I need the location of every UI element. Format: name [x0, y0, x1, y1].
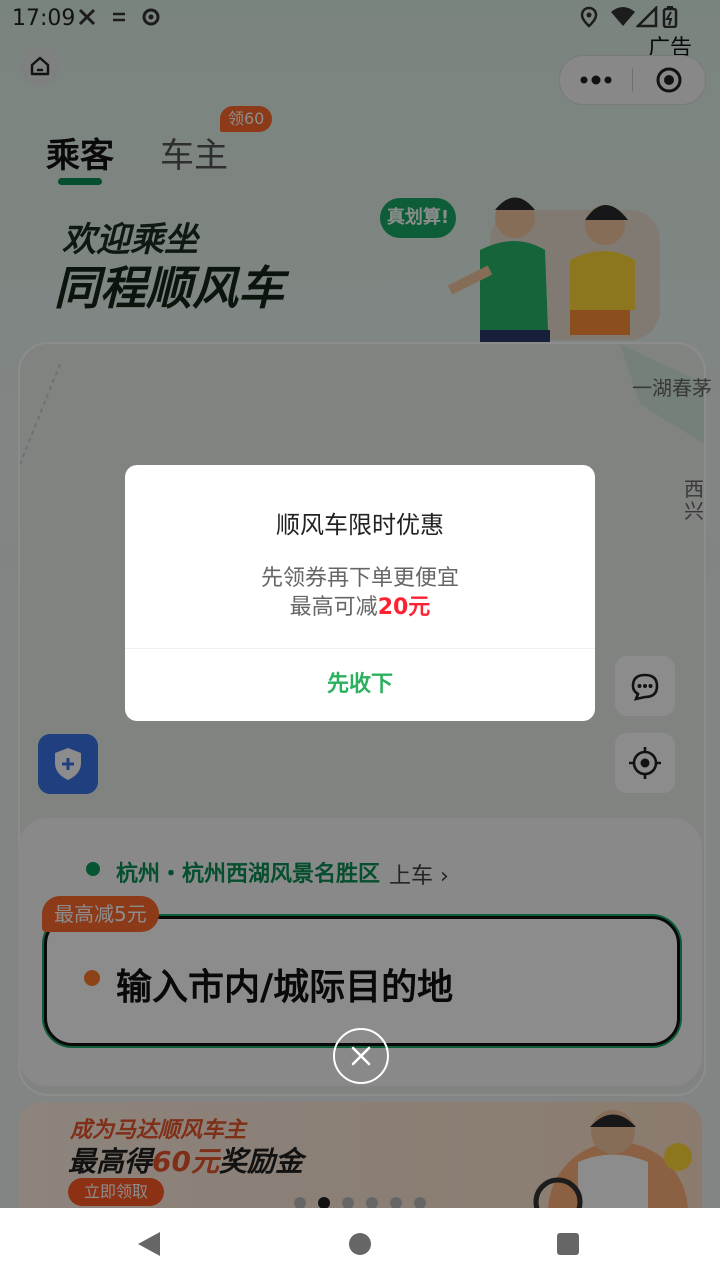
modal-max-discount: 最高可减20元 — [125, 589, 595, 621]
promo-modal: 顺风车限时优惠 先领券再下单更便宜 最高可减20元 先收下 — [125, 465, 595, 721]
modal-close-button[interactable] — [333, 1028, 389, 1084]
accept-coupon-button[interactable]: 先收下 — [125, 649, 595, 721]
system-nav-bar — [0, 1208, 720, 1280]
back-icon[interactable] — [136, 1230, 162, 1258]
modal-description: 先领券再下单更便宜 — [260, 566, 459, 591]
close-icon — [351, 1046, 371, 1066]
modal-discount-amount: 20元 — [377, 595, 431, 620]
recents-icon[interactable] — [556, 1232, 580, 1256]
modal-title: 顺风车限时优惠 — [276, 511, 444, 539]
home-nav-icon[interactable] — [348, 1232, 372, 1256]
modal-max-discount-label: 最高可减 — [289, 595, 378, 620]
